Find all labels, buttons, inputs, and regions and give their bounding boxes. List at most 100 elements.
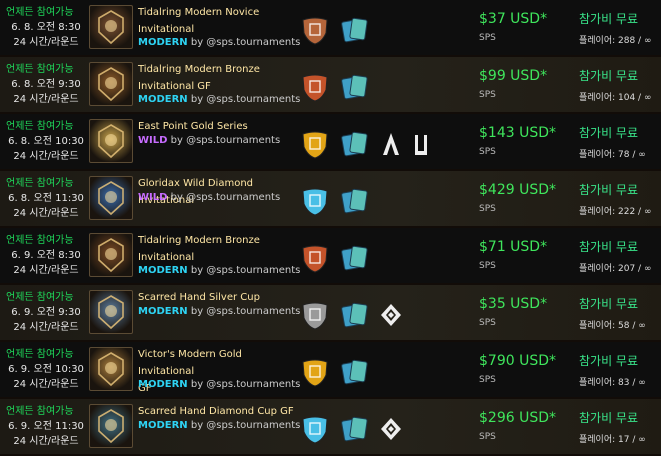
gloridax-emblem-icon[interactable] <box>89 176 133 220</box>
format-badge: MODERN <box>138 379 188 390</box>
format-line: MODERN by @sps.tournaments <box>138 379 300 390</box>
tournament-row[interactable]: 언제든 참여가능 6. 8. 오전 10:30 24 시간/라운드 East Poin… <box>0 114 661 169</box>
prize-token: SPS <box>479 261 496 271</box>
tournament-row[interactable]: 언제든 참여가능 6. 8. 오전 9:30 24 시간/라운드 Tidalring … <box>0 57 661 112</box>
tournament-row[interactable]: 언제든 참여가능 6. 9. 오전 9:30 24 시간/라운드 Scarred Ha… <box>0 285 661 340</box>
tournament-title-line: Invitational GF <box>138 81 211 92</box>
format-line: MODERN by @sps.tournaments <box>138 37 300 48</box>
gold-league-shield-icon <box>302 359 328 387</box>
schedule-info: 언제든 참여가능 6. 8. 오전 9:30 24 시간/라운드 <box>6 62 86 107</box>
start-date: 6. 9. 오전 8:30 <box>11 250 81 261</box>
ruleset-a-icon <box>383 133 399 155</box>
tidalring-emblem-icon[interactable] <box>89 62 133 106</box>
prize-token: SPS <box>479 318 496 328</box>
tournament-title-line: Tidalring Modern Bronze <box>138 64 260 75</box>
novice-league-shield-icon <box>302 17 328 45</box>
tournament-title-line: East Point Gold Series <box>138 121 248 132</box>
tournament-title[interactable]: Scarred Hand Diamond Cup GF <box>138 403 296 420</box>
round-duration: 24 시간/라운드 <box>13 151 79 162</box>
player-count: 플레이어: 58 / ∞ <box>579 321 646 331</box>
tournament-row[interactable]: 언제든 참여가능 6. 9. 오전 10:30 24 시간/라운드 Victor's … <box>0 342 661 397</box>
start-date: 6. 8. 오전 9:30 <box>11 79 81 90</box>
open-status: 언제든 참여가능 <box>6 235 74 246</box>
tournament-title[interactable]: Tidalring Modern Bronze Invitational GF <box>138 61 296 95</box>
round-duration: 24 시간/라운드 <box>13 265 79 276</box>
east-point-emblem-icon[interactable] <box>89 119 133 163</box>
card-editions-icon <box>341 359 368 385</box>
tournament-title-line: Scarred Hand Diamond Cup GF <box>138 406 294 417</box>
tournament-title[interactable]: East Point Gold Series <box>138 118 296 135</box>
prize-amount: $99 USD* <box>479 68 548 84</box>
prize-amount: $790 USD* <box>479 353 556 369</box>
schedule-info: 언제든 참여가능 6. 8. 오전 8:30 24 시간/라운드 <box>6 5 86 50</box>
bronze-league-shield-icon <box>302 245 328 273</box>
entry-fee: 참가비 무료 <box>579 297 639 311</box>
player-count: 플레이어: 17 / ∞ <box>579 435 646 445</box>
round-duration: 24 시간/라운드 <box>13 322 79 333</box>
entry-fee: 참가비 무료 <box>579 12 639 26</box>
open-status: 언제든 참여가능 <box>6 121 74 132</box>
tournament-title[interactable]: Tidalring Modern Novice Invitational <box>138 4 296 38</box>
schedule-info: 언제든 참여가능 6. 9. 오전 9:30 24 시간/라운드 <box>6 290 86 335</box>
prize-amount: $35 USD* <box>479 296 548 312</box>
entry-fee: 참가비 무료 <box>579 411 639 425</box>
open-status: 언제든 참여가능 <box>6 178 74 189</box>
format-badge: MODERN <box>138 420 188 431</box>
entry-fee: 참가비 무료 <box>579 183 639 197</box>
tournament-row[interactable]: 언제든 참여가능 6. 9. 오전 11:30 24 시간/라운드 Scarred H… <box>0 399 661 454</box>
card-editions-icon <box>341 188 368 214</box>
tournament-title[interactable]: Tidalring Modern Bronze Invitational <box>138 232 296 266</box>
victor-emblem-icon[interactable] <box>89 347 133 391</box>
round-duration: 24 시간/라운드 <box>13 37 79 48</box>
open-status: 언제든 참여가능 <box>6 64 74 75</box>
player-count: 플레이어: 104 / ∞ <box>579 93 652 103</box>
prize-amount: $71 USD* <box>479 239 548 255</box>
open-status: 언제든 참여가능 <box>6 349 74 360</box>
schedule-info: 언제든 참여가능 6. 9. 오전 11:30 24 시간/라운드 <box>6 404 86 449</box>
prize-token: SPS <box>479 375 496 385</box>
card-editions-icon <box>341 17 368 43</box>
format-line: MODERN by @sps.tournaments <box>138 265 300 276</box>
player-count: 플레이어: 83 / ∞ <box>579 378 646 388</box>
tournament-row[interactable]: 언제든 참여가능 6. 9. 오전 8:30 24 시간/라운드 Tidalring … <box>0 228 661 283</box>
prize-token: SPS <box>479 204 496 214</box>
format-line: MODERN by @sps.tournaments <box>138 420 300 431</box>
diamond-league-shield-icon <box>302 416 328 444</box>
player-count: 플레이어: 78 / ∞ <box>579 150 646 160</box>
scarred-hand-emblem-icon[interactable] <box>89 290 133 334</box>
card-editions-icon <box>341 416 368 442</box>
round-duration: 24 시간/라운드 <box>13 208 79 219</box>
open-status: 언제든 참여가능 <box>6 7 74 18</box>
tournament-row[interactable]: 언제든 참여가능 6. 8. 오전 11:30 24 시간/라운드 Gloridax … <box>0 171 661 226</box>
entry-fee: 참가비 무료 <box>579 126 639 140</box>
entry-fee: 참가비 무료 <box>579 240 639 254</box>
start-date: 6. 8. 오전 8:30 <box>11 22 81 33</box>
tidalring-emblem-icon[interactable] <box>89 233 133 277</box>
organizer-label: by @sps.tournaments <box>190 37 301 48</box>
format-badge: WILD <box>138 135 168 146</box>
tournament-title[interactable]: Scarred Hand Silver Cup <box>138 289 296 306</box>
player-count: 플레이어: 222 / ∞ <box>579 207 652 217</box>
open-status: 언제든 참여가능 <box>6 292 74 303</box>
bronze-league-shield-icon <box>302 74 328 102</box>
tournament-title-line: Tidalring Modern Novice <box>138 7 260 18</box>
card-editions-icon <box>341 131 368 157</box>
tournament-row[interactable]: 언제든 참여가능 6. 8. 오전 8:30 24 시간/라운드 Tidalring … <box>0 0 661 55</box>
format-badge: MODERN <box>138 306 188 317</box>
tournament-title-line: Victor's Modern Gold Invitational <box>138 349 242 377</box>
start-date: 6. 9. 오전 11:30 <box>8 421 84 432</box>
prize-amount: $429 USD* <box>479 182 556 198</box>
silver-league-shield-icon <box>302 302 328 330</box>
scarred-hand-emblem-icon[interactable] <box>89 404 133 448</box>
organizer-label: by @sps.tournaments <box>190 420 301 431</box>
start-date: 6. 8. 오전 11:30 <box>8 193 84 204</box>
format-line: MODERN by @sps.tournaments <box>138 306 300 317</box>
player-count: 플레이어: 288 / ∞ <box>579 36 652 46</box>
tidalring-emblem-icon[interactable] <box>89 5 133 49</box>
format-line: WILD by @sps.tournaments <box>138 192 280 203</box>
start-date: 6. 9. 오전 9:30 <box>11 307 81 318</box>
organizer-label: by @sps.tournaments <box>190 379 301 390</box>
schedule-info: 언제든 참여가능 6. 8. 오전 10:30 24 시간/라운드 <box>6 119 86 164</box>
format-badge: MODERN <box>138 265 188 276</box>
entry-fee: 참가비 무료 <box>579 69 639 83</box>
